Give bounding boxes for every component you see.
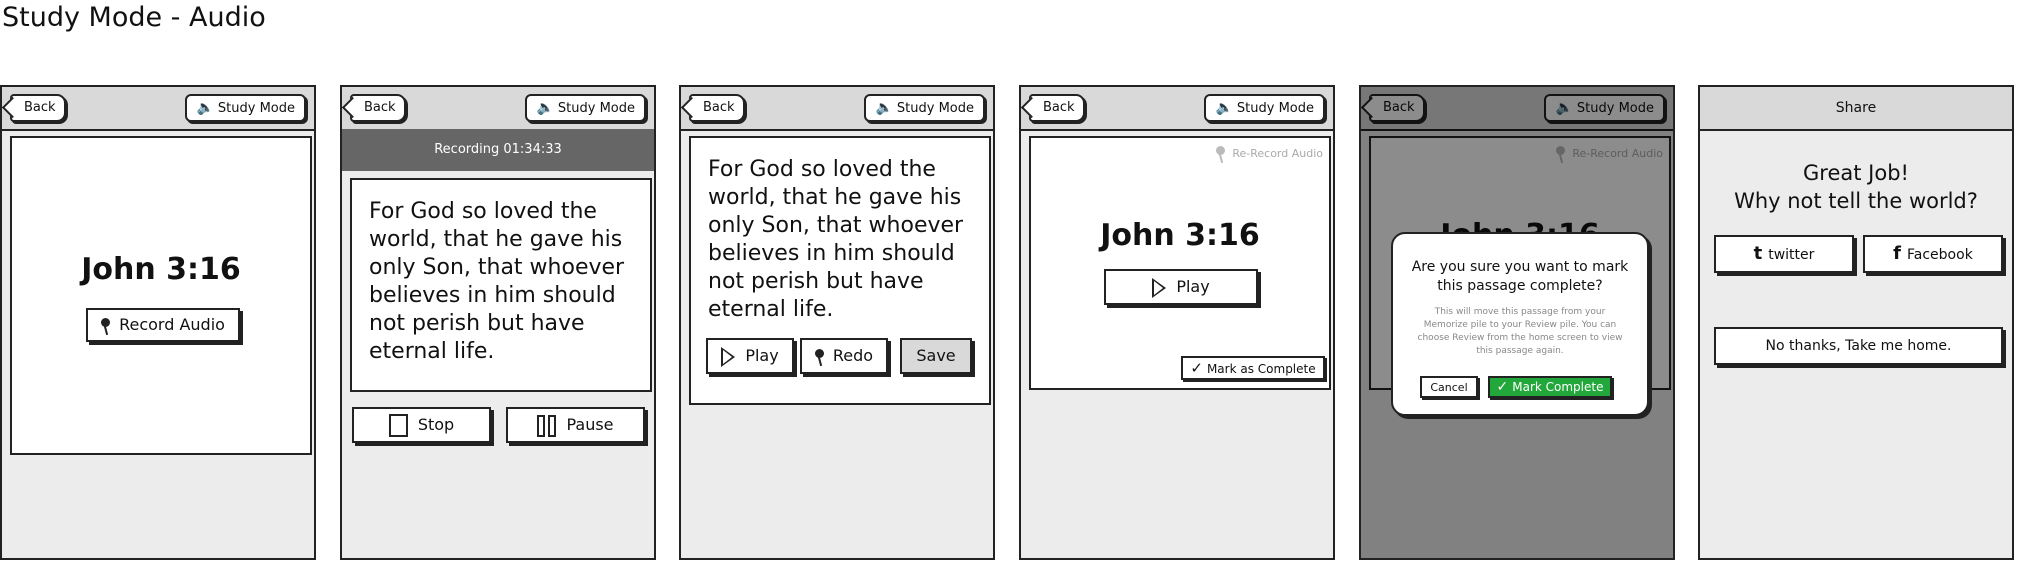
study-mode-button[interactable]: 🔈 Study Mode [525, 94, 646, 122]
dialog-title: Are you sure you want to mark this passa… [1411, 259, 1629, 294]
verse-panel: For God so loved the world, that he gave… [350, 178, 652, 392]
back-button[interactable]: Back [10, 94, 66, 122]
microphone-icon [101, 317, 111, 334]
play-button[interactable]: Play [1104, 269, 1258, 305]
study-mode-label: Study Mode [896, 101, 974, 116]
screen-record: Back 🔈 Study Mode John 3:16 Record Audio [0, 85, 316, 560]
twitter-icon: t [1753, 243, 1763, 264]
share-heading-line2: Why not tell the world? [1734, 189, 1978, 213]
check-icon: ✓ [1496, 379, 1509, 395]
cancel-button[interactable]: Cancel [1420, 376, 1478, 398]
header-bar: Back 🔈 Study Mode [342, 87, 654, 131]
page-title: Study Mode - Audio [2, 2, 266, 33]
verse-reference: John 3:16 [81, 252, 241, 287]
facebook-label: Facebook [1907, 247, 1973, 263]
header-bar: Back 🔈 Study Mode [2, 87, 314, 131]
screen-confirm-complete: Back 🔈Study Mode Re-Record Audio John 3:… [1359, 85, 1675, 560]
study-mode-button[interactable]: 🔈 Study Mode [185, 94, 306, 122]
study-mode-button[interactable]: 🔈 Study Mode [864, 94, 985, 122]
play-icon [1152, 277, 1167, 298]
content-panel: Re-Record Audio John 3:16 Play ✓ Mark as … [1029, 136, 1331, 390]
check-icon: ✓ [1190, 359, 1203, 377]
screen-share: Share Great Job! Why not tell the world?… [1698, 85, 2014, 560]
mark-as-complete-button[interactable]: ✓ Mark as Complete [1181, 356, 1325, 380]
verse-reference: John 3:16 [1100, 218, 1260, 253]
rerecord-audio-link[interactable]: Re-Record Audio [1216, 146, 1323, 162]
header-bar: Back 🔈 Study Mode [681, 87, 993, 131]
mark-as-complete-label: Mark as Complete [1206, 362, 1316, 376]
header-bar: Share [1700, 87, 2012, 131]
play-label: Play [1176, 277, 1210, 296]
twitter-label: twitter [1768, 247, 1815, 263]
pause-label: Pause [566, 415, 614, 434]
back-button[interactable]: Back [350, 94, 406, 122]
screen-playback: Back 🔈 Study Mode Re-Record Audio John 3:… [1019, 85, 1335, 560]
verse-text: For God so loved the world, that he gave… [708, 157, 964, 322]
pause-button[interactable]: Pause [506, 407, 645, 443]
save-button[interactable]: Save [900, 338, 972, 374]
record-audio-label: Record Audio [119, 315, 225, 334]
speaker-icon: 🔈 [1215, 100, 1233, 116]
stop-icon [388, 414, 408, 437]
dialog-body: This will move this passage from your Me… [1417, 307, 1623, 356]
confirm-dialog: Are you sure you want to mark this passa… [1391, 232, 1649, 416]
screen-review-recording: Back 🔈 Study Mode For God so loved the wo… [679, 85, 995, 560]
back-button[interactable]: Back [1029, 94, 1085, 122]
share-title: Share [1835, 100, 1877, 116]
study-mode-label: Study Mode [557, 101, 635, 116]
twitter-button[interactable]: t twitter [1714, 235, 1854, 273]
speaker-icon: 🔈 [536, 100, 554, 116]
speaker-icon: 🔈 [196, 100, 214, 116]
play-icon [721, 346, 736, 367]
study-mode-label: Study Mode [217, 101, 295, 116]
facebook-icon: f [1893, 243, 1902, 264]
microphone-icon [814, 348, 825, 365]
screen-recording: Back 🔈 Study Mode Recording 01:34:33 For … [340, 85, 656, 560]
stop-button[interactable]: Stop [352, 407, 491, 443]
facebook-button[interactable]: f Facebook [1863, 235, 2003, 273]
speaker-icon: 🔈 [875, 100, 893, 116]
verse-text: For God so loved the world, that he gave… [369, 199, 625, 364]
recording-status-bar: Recording 01:34:33 [342, 129, 654, 171]
mark-complete-button[interactable]: ✓ Mark Complete [1488, 376, 1612, 398]
study-mode-button[interactable]: 🔈 Study Mode [1204, 94, 1325, 122]
redo-button[interactable]: Redo [800, 338, 888, 374]
rerecord-label: Re-Record Audio [1232, 147, 1323, 160]
study-mode-label: Study Mode [1236, 101, 1314, 116]
content-panel: John 3:16 Record Audio [10, 136, 312, 455]
share-heading: Great Job! Why not tell the world? [1700, 159, 2012, 215]
share-heading-line1: Great Job! [1803, 161, 1909, 185]
record-audio-button[interactable]: Record Audio [86, 308, 240, 342]
play-label: Play [745, 346, 779, 365]
play-button[interactable]: Play [706, 338, 794, 374]
verse-panel: For God so loved the world, that he gave… [689, 136, 991, 405]
redo-label: Redo [832, 346, 874, 365]
header-bar: Back 🔈 Study Mode [1021, 87, 1333, 131]
mark-complete-label: Mark Complete [1512, 380, 1604, 394]
stop-label: Stop [417, 415, 455, 434]
microphone-icon [1216, 146, 1226, 162]
back-button[interactable]: Back [689, 94, 745, 122]
pause-icon [537, 414, 546, 437]
no-thanks-button[interactable]: No thanks, Take me home. [1714, 327, 2003, 365]
